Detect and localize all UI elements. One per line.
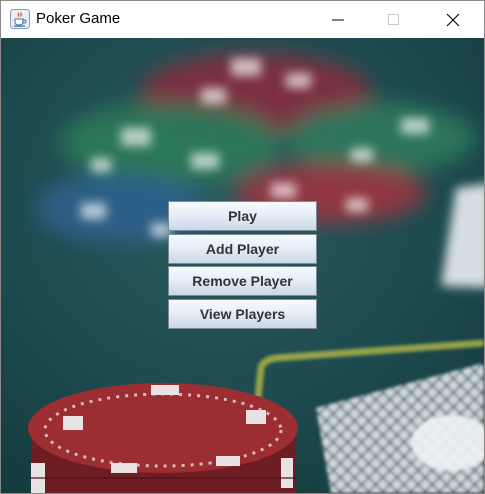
minimize-button[interactable] <box>315 1 361 38</box>
close-button[interactable] <box>430 1 476 38</box>
remove-player-button[interactable]: Remove Player <box>168 266 317 296</box>
maximize-button[interactable] <box>371 1 417 38</box>
content-panel: Play Add Player Remove Player View Playe… <box>1 38 484 493</box>
java-cup-icon <box>10 9 30 29</box>
close-icon <box>446 13 460 26</box>
window-title: Poker Game <box>36 10 121 27</box>
view-players-button[interactable]: View Players <box>168 299 317 329</box>
minimize-icon <box>332 19 344 20</box>
play-button[interactable]: Play <box>168 201 317 231</box>
title-bar[interactable]: Poker Game <box>1 1 484 38</box>
poker-game-window: Poker Game Play Add Player Remove Player… <box>0 0 485 494</box>
add-player-button[interactable]: Add Player <box>168 234 317 264</box>
maximize-icon <box>388 13 399 25</box>
